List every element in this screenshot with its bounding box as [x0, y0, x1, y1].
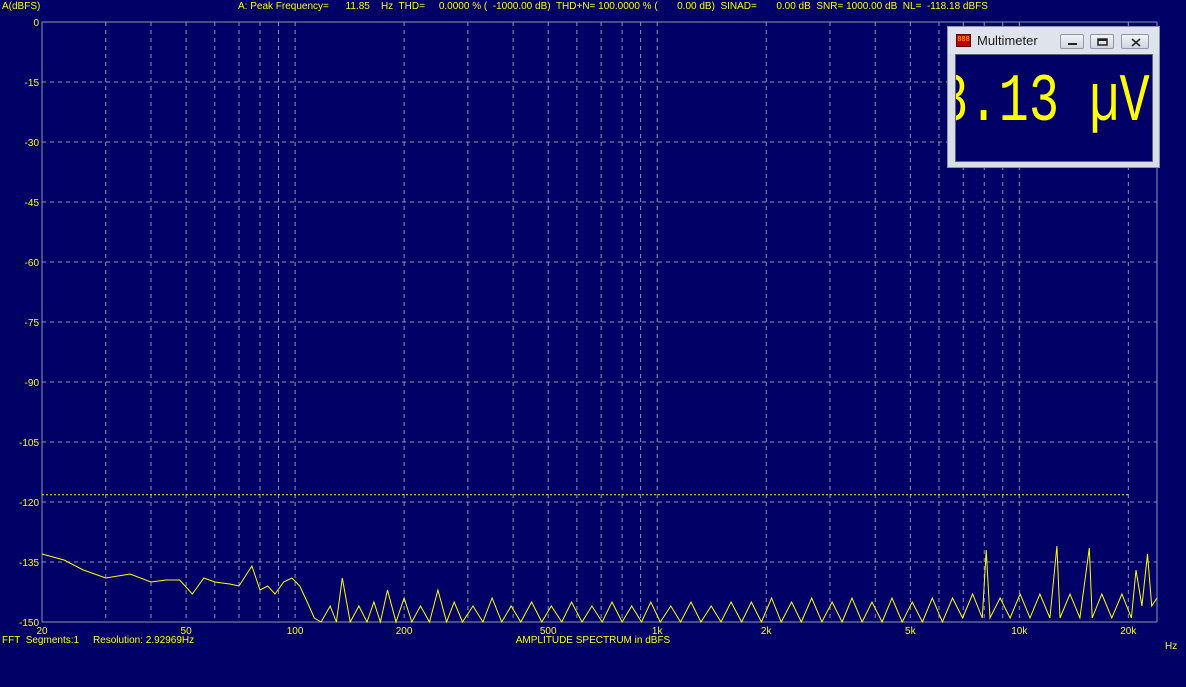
- multimeter-titlebar[interactable]: 888 Multimeter: [948, 27, 1159, 54]
- x-axis-unit: Hz: [1165, 641, 1178, 652]
- y-tick-label: -45: [25, 198, 40, 209]
- restore-icon: [1097, 38, 1108, 46]
- y-tick-label: -60: [25, 258, 40, 269]
- y-tick-label: -90: [25, 378, 40, 389]
- minimize-icon: [1068, 43, 1077, 45]
- y-tick-label: -75: [25, 318, 40, 329]
- spectrum-trace: [41, 545, 1158, 624]
- y-tick-label: 0: [33, 18, 39, 29]
- multimeter-value: 8.13 µV: [955, 64, 1150, 141]
- y-tick-label: -105: [19, 438, 39, 449]
- close-button[interactable]: [1121, 34, 1149, 49]
- y-tick-label: -15: [25, 78, 40, 89]
- restore-button[interactable]: [1090, 34, 1114, 49]
- multimeter-title: Multimeter: [977, 33, 1038, 48]
- analyzer-window: A(dBFS) A: Peak Frequency= 11.85 Hz THD=…: [0, 0, 1186, 652]
- y-tick-labels: 0-15-30-45-60-75-90-105-120-135-150: [19, 18, 39, 629]
- multimeter-display: 8.13 µV: [955, 54, 1153, 162]
- y-tick-label: -135: [19, 558, 39, 569]
- y-tick-label: -120: [19, 498, 39, 509]
- close-icon: [1131, 38, 1141, 47]
- multimeter-app-icon: 888: [956, 34, 971, 47]
- minimize-button[interactable]: [1060, 34, 1084, 49]
- multimeter-window[interactable]: 888 Multimeter 8.13 µV: [947, 26, 1160, 168]
- chart-title: AMPLITUDE SPECTRUM in dBFS: [515, 635, 671, 646]
- footer-bar: FFT Segments:1 Resolution: 2.92969Hz AMP…: [0, 632, 1186, 652]
- y-tick-label: -30: [25, 138, 40, 149]
